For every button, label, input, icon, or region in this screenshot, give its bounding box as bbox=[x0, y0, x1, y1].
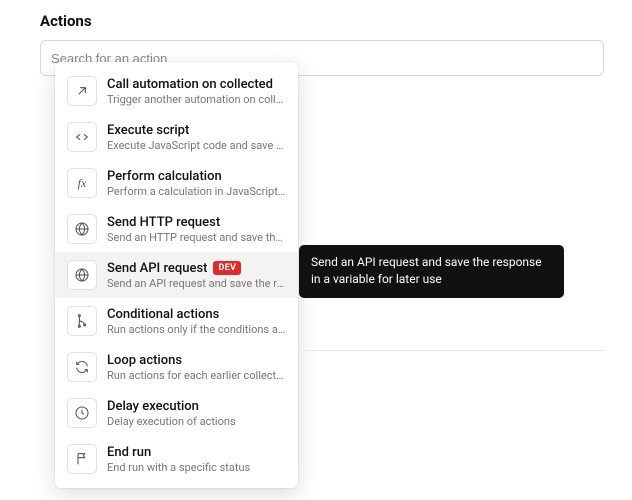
action-label: Execute script bbox=[107, 123, 189, 138]
loop-icon bbox=[67, 352, 97, 382]
action-label: End run bbox=[107, 445, 151, 460]
clock-icon bbox=[67, 398, 97, 428]
globe-icon bbox=[67, 260, 97, 290]
tooltip: Send an API request and save the respons… bbox=[299, 245, 564, 298]
action-item[interactable]: Conditional actionsRun actions only if t… bbox=[55, 298, 298, 344]
action-description: Send an API request and save the resp… bbox=[107, 277, 286, 290]
page-title: Actions bbox=[40, 12, 604, 30]
action-item[interactable]: End runEnd run with a specific status bbox=[55, 436, 298, 482]
action-item[interactable]: Call automation on collectedTrigger anot… bbox=[55, 68, 298, 114]
branch-icon bbox=[67, 306, 97, 336]
action-label: Call automation on collected bbox=[107, 77, 273, 92]
action-label: Loop actions bbox=[107, 353, 182, 368]
action-item[interactable]: fx Perform calculationPerform a calculati… bbox=[55, 160, 298, 206]
action-description: Perform a calculation in JavaScript and… bbox=[107, 185, 286, 198]
action-description: Run actions for each earlier collected r… bbox=[107, 369, 286, 382]
action-label: Delay execution bbox=[107, 399, 199, 414]
action-description: Send an HTTP request and save the re… bbox=[107, 231, 286, 244]
flag-icon bbox=[67, 444, 97, 474]
divider bbox=[298, 350, 604, 351]
action-item[interactable]: Execute scriptExecute JavaScript code an… bbox=[55, 114, 298, 160]
action-item[interactable]: Send API request DEV Send an API request a… bbox=[55, 252, 298, 298]
action-description: Run actions only if the conditions are … bbox=[107, 323, 286, 336]
code-icon bbox=[67, 122, 97, 152]
action-description: Execute JavaScript code and save the … bbox=[107, 139, 286, 152]
action-item[interactable]: Delay executionDelay execution of action… bbox=[55, 390, 298, 436]
action-item[interactable]: Loop actionsRun actions for each earlier… bbox=[55, 344, 298, 390]
action-description: Trigger another automation on collecte… bbox=[107, 93, 286, 106]
action-item[interactable]: Send HTTP requestSend an HTTP request an… bbox=[55, 206, 298, 252]
actions-dropdown: Call automation on collectedTrigger anot… bbox=[55, 62, 298, 488]
arrow-up-right-icon bbox=[67, 76, 97, 106]
action-label: Send HTTP request bbox=[107, 215, 220, 230]
fx-icon: fx bbox=[67, 168, 97, 198]
action-label: Send API request bbox=[107, 261, 207, 276]
globe-icon bbox=[67, 214, 97, 244]
action-description: End run with a specific status bbox=[107, 461, 286, 474]
dev-badge: DEV bbox=[213, 261, 241, 275]
action-description: Delay execution of actions bbox=[107, 415, 286, 428]
action-label: Conditional actions bbox=[107, 307, 219, 322]
action-label: Perform calculation bbox=[107, 169, 222, 184]
